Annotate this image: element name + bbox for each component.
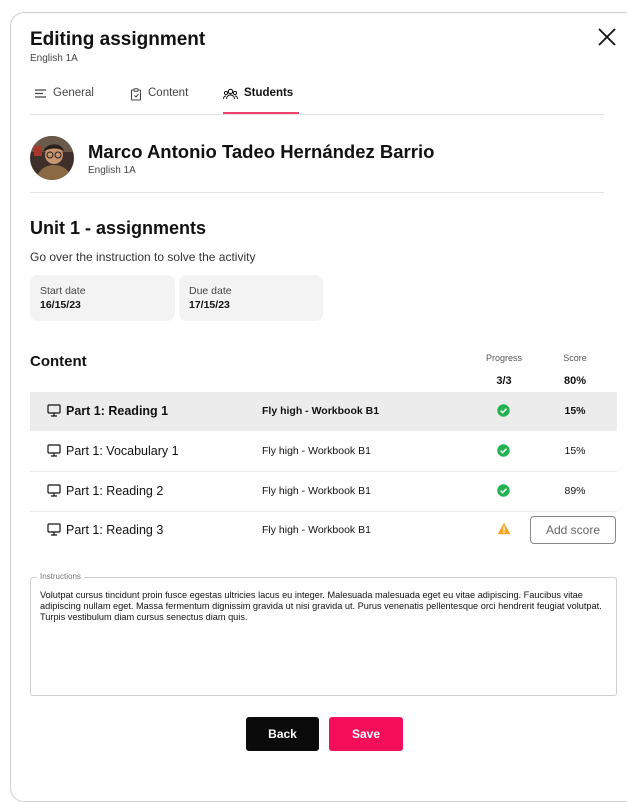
student-name: Marco Antonio Tadeo Hernández Barrio <box>88 141 435 162</box>
row-title: Part 1: Vocabulary 1 <box>66 444 179 458</box>
tab-general-label: General <box>53 87 94 99</box>
student-header: Marco Antonio Tadeo Hernández Barrio Eng… <box>30 136 604 193</box>
row-score: 15% <box>564 405 586 417</box>
content-title: Content <box>30 353 87 370</box>
tab-content-label: Content <box>148 87 189 99</box>
table-row[interactable]: Part 1: Reading 3 Fly high - Workbook B1… <box>30 511 617 550</box>
due-date-label: Due date <box>189 285 232 297</box>
start-date-field[interactable]: Start date 16/15/23 <box>30 275 175 321</box>
monitor-icon <box>47 523 61 536</box>
due-date-field[interactable]: Due date 17/15/23 <box>179 275 323 321</box>
tab-students-label: Students <box>244 87 294 99</box>
tab-general[interactable]: General <box>34 84 94 114</box>
start-date-label: Start date <box>40 285 86 297</box>
tab-students[interactable]: Students <box>223 84 299 114</box>
check-circle-icon <box>497 484 510 497</box>
start-date-value: 16/15/23 <box>40 299 81 311</box>
row-title: Part 1: Reading 2 <box>66 484 164 498</box>
check-circle-icon <box>497 444 510 457</box>
monitor-icon <box>47 444 61 457</box>
monitor-icon <box>47 404 61 417</box>
instructions-text: Volutpat cursus tincidunt proin fusce eg… <box>40 590 602 622</box>
avatar <box>30 136 74 180</box>
progress-total: 3/3 <box>496 375 512 387</box>
save-button[interactable]: Save <box>329 717 403 751</box>
monitor-icon <box>47 484 61 497</box>
row-book: Fly high - Workbook B1 <box>262 405 380 417</box>
tab-bar: General Content Students <box>30 84 604 115</box>
tab-content[interactable]: Content <box>130 84 188 114</box>
table-row[interactable]: Part 1: Reading 2 Fly high - Workbook B1… <box>30 472 617 512</box>
unit-title: Unit 1 - assignments <box>30 218 207 238</box>
score-total: 80% <box>563 375 587 387</box>
row-book: Fly high - Workbook B1 <box>262 445 371 457</box>
dialog-title: Editing assignment <box>30 29 206 50</box>
warning-icon <box>497 522 511 535</box>
progress-header: Progress <box>485 353 522 363</box>
score-header: Score <box>563 353 587 363</box>
table-row[interactable]: Part 1: Reading 1 Fly high - Workbook B1… <box>30 392 617 431</box>
table-row[interactable]: Part 1: Vocabulary 1 Fly high - Workbook… <box>30 432 617 472</box>
clipboard-icon <box>130 88 142 101</box>
student-class: English 1A <box>88 165 136 176</box>
lines-icon <box>35 89 46 98</box>
instructions-label: Instructions <box>37 572 84 581</box>
check-circle-icon <box>497 404 510 417</box>
close-icon[interactable] <box>596 26 618 48</box>
group-icon <box>223 88 238 100</box>
row-score: 89% <box>564 485 586 497</box>
row-title: Part 1: Reading 3 <box>66 523 164 537</box>
row-book: Fly high - Workbook B1 <box>262 485 371 497</box>
row-title: Part 1: Reading 1 <box>66 404 169 418</box>
unit-description: Go over the instruction to solve the act… <box>30 250 256 264</box>
back-button[interactable]: Back <box>246 717 319 751</box>
row-score: 15% <box>564 445 586 457</box>
due-date-value: 17/15/23 <box>189 299 230 311</box>
instructions-textarea[interactable]: Instructions Volutpat cursus tincidunt p… <box>30 572 617 696</box>
dialog-subtitle: English 1A <box>30 53 78 64</box>
row-book: Fly high - Workbook B1 <box>262 524 371 536</box>
add-score-button[interactable]: Add score <box>530 516 616 544</box>
